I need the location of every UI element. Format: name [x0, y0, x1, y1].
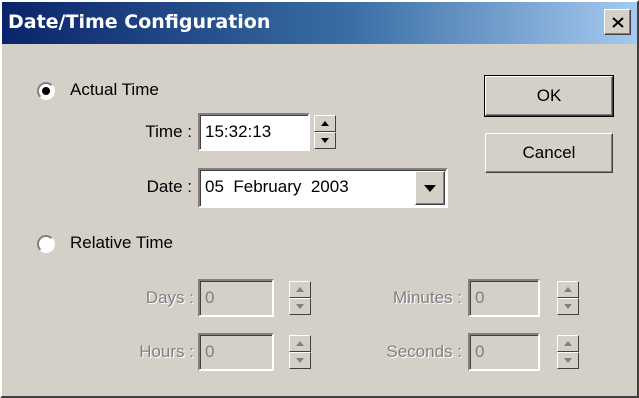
chevron-down-icon — [424, 184, 436, 192]
spin-down-arrow-icon — [321, 138, 329, 143]
seconds-input[interactable]: 0 — [468, 333, 540, 371]
actual-time-label: Actual Time — [70, 80, 159, 99]
minutes-label: Minutes : — [393, 288, 462, 307]
spin-down-arrow-icon — [296, 358, 304, 363]
time-input[interactable]: 15:32:13 — [198, 113, 310, 151]
spin-up-arrow-icon — [296, 341, 304, 346]
spin-up-arrow-icon — [321, 121, 329, 126]
minutes-spin-up[interactable] — [557, 281, 579, 298]
minutes-spin-down[interactable] — [557, 298, 579, 315]
relative-time-radio[interactable] — [37, 235, 55, 253]
seconds-spin-down[interactable] — [557, 352, 579, 369]
seconds-label: Seconds : — [386, 342, 462, 361]
date-dropdown-button[interactable] — [415, 171, 445, 205]
date-dropdown[interactable]: 05 February 2003 — [198, 168, 448, 208]
hours-input[interactable]: 0 — [198, 333, 274, 371]
days-input[interactable]: 0 — [198, 279, 274, 317]
minutes-input[interactable]: 0 — [468, 279, 540, 317]
seconds-spin-up[interactable] — [557, 335, 579, 352]
spin-down-arrow-icon — [564, 358, 572, 363]
time-label: Time : — [145, 122, 192, 141]
hours-spin-up[interactable] — [289, 335, 311, 352]
radio-selected-dot — [42, 87, 50, 95]
datetime-config-dialog: Date/Time Configuration OK Cancel Actual… — [0, 0, 639, 398]
time-spin-up[interactable] — [314, 115, 336, 132]
spin-up-arrow-icon — [296, 287, 304, 292]
close-button[interactable] — [604, 9, 631, 35]
date-label: Date : — [146, 177, 192, 196]
spin-down-arrow-icon — [296, 304, 304, 309]
relative-time-label: Relative Time — [70, 233, 173, 252]
time-spinner[interactable] — [314, 115, 336, 149]
window-title: Date/Time Configuration — [8, 11, 271, 33]
time-spin-down[interactable] — [314, 132, 336, 149]
title-bar[interactable]: Date/Time Configuration — [2, 2, 637, 44]
ok-button[interactable]: OK — [484, 75, 614, 117]
actual-time-radio[interactable] — [37, 82, 55, 100]
spin-down-arrow-icon — [564, 304, 572, 309]
spin-up-arrow-icon — [564, 341, 572, 346]
hours-spinner[interactable] — [289, 335, 311, 369]
days-label: Days : — [145, 288, 194, 307]
minutes-spinner[interactable] — [557, 281, 579, 315]
close-icon — [611, 16, 624, 28]
hours-spin-down[interactable] — [289, 352, 311, 369]
days-spin-up[interactable] — [289, 281, 311, 298]
cancel-button[interactable]: Cancel — [485, 133, 613, 173]
seconds-spinner[interactable] — [557, 335, 579, 369]
hours-label: Hours : — [139, 342, 194, 361]
days-spinner[interactable] — [289, 281, 311, 315]
spin-up-arrow-icon — [564, 287, 572, 292]
days-spin-down[interactable] — [289, 298, 311, 315]
